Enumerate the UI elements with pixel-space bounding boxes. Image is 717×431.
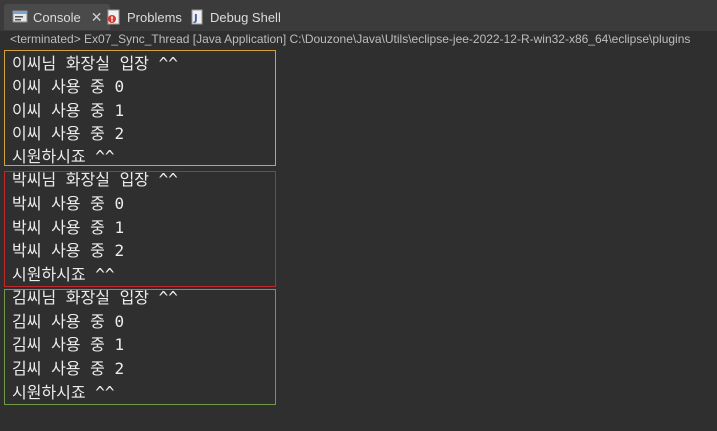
launch-status-line: <terminated> Ex07_Sync_Thread [Java Appl… [0, 31, 717, 47]
tab-problems[interactable]: Problems [106, 4, 182, 30]
console-line: 박씨님 화장실 입장 ^^ [12, 170, 178, 189]
console-line: 시원하시죠 ^^ [12, 265, 115, 284]
console-output[interactable]: 이씨님 화장실 입장 ^^ 이씨 사용 중 0 이씨 사용 중 1 이씨 사용 … [0, 47, 717, 431]
console-line: 이씨 사용 중 1 [12, 101, 125, 120]
tab-console-label: Console [33, 9, 81, 25]
tab-problems-label: Problems [127, 9, 182, 25]
console-line: 박씨 사용 중 0 [12, 194, 125, 213]
console-line: 김씨 사용 중 2 [12, 359, 125, 378]
console-line: 박씨 사용 중 1 [12, 218, 125, 237]
tab-debug-shell[interactable]: J Debug Shell [189, 4, 281, 30]
console-line: 김씨 사용 중 0 [12, 312, 125, 331]
console-line: 김씨 사용 중 1 [12, 335, 125, 354]
console-line: 이씨 사용 중 2 [12, 124, 125, 143]
console-line: 시원하시죠 ^^ [12, 147, 115, 166]
console-line: 김씨님 화장실 입장 ^^ [12, 288, 178, 307]
view-tab-bar: Console ✕ Problems J Debug Shell [0, 0, 717, 33]
svg-text:J: J [193, 13, 198, 24]
problems-icon [106, 9, 122, 25]
close-icon[interactable]: ✕ [91, 9, 103, 26]
tab-console[interactable]: Console ✕ [4, 4, 111, 30]
console-icon [12, 9, 28, 25]
console-line: 박씨 사용 중 2 [12, 241, 125, 260]
tab-debug-shell-label: Debug Shell [210, 9, 281, 25]
console-line: 시원하시죠 ^^ [12, 383, 115, 402]
debug-shell-icon: J [189, 9, 205, 25]
console-line: 이씨 사용 중 0 [12, 77, 125, 96]
console-line: 이씨님 화장실 입장 ^^ [12, 54, 178, 73]
